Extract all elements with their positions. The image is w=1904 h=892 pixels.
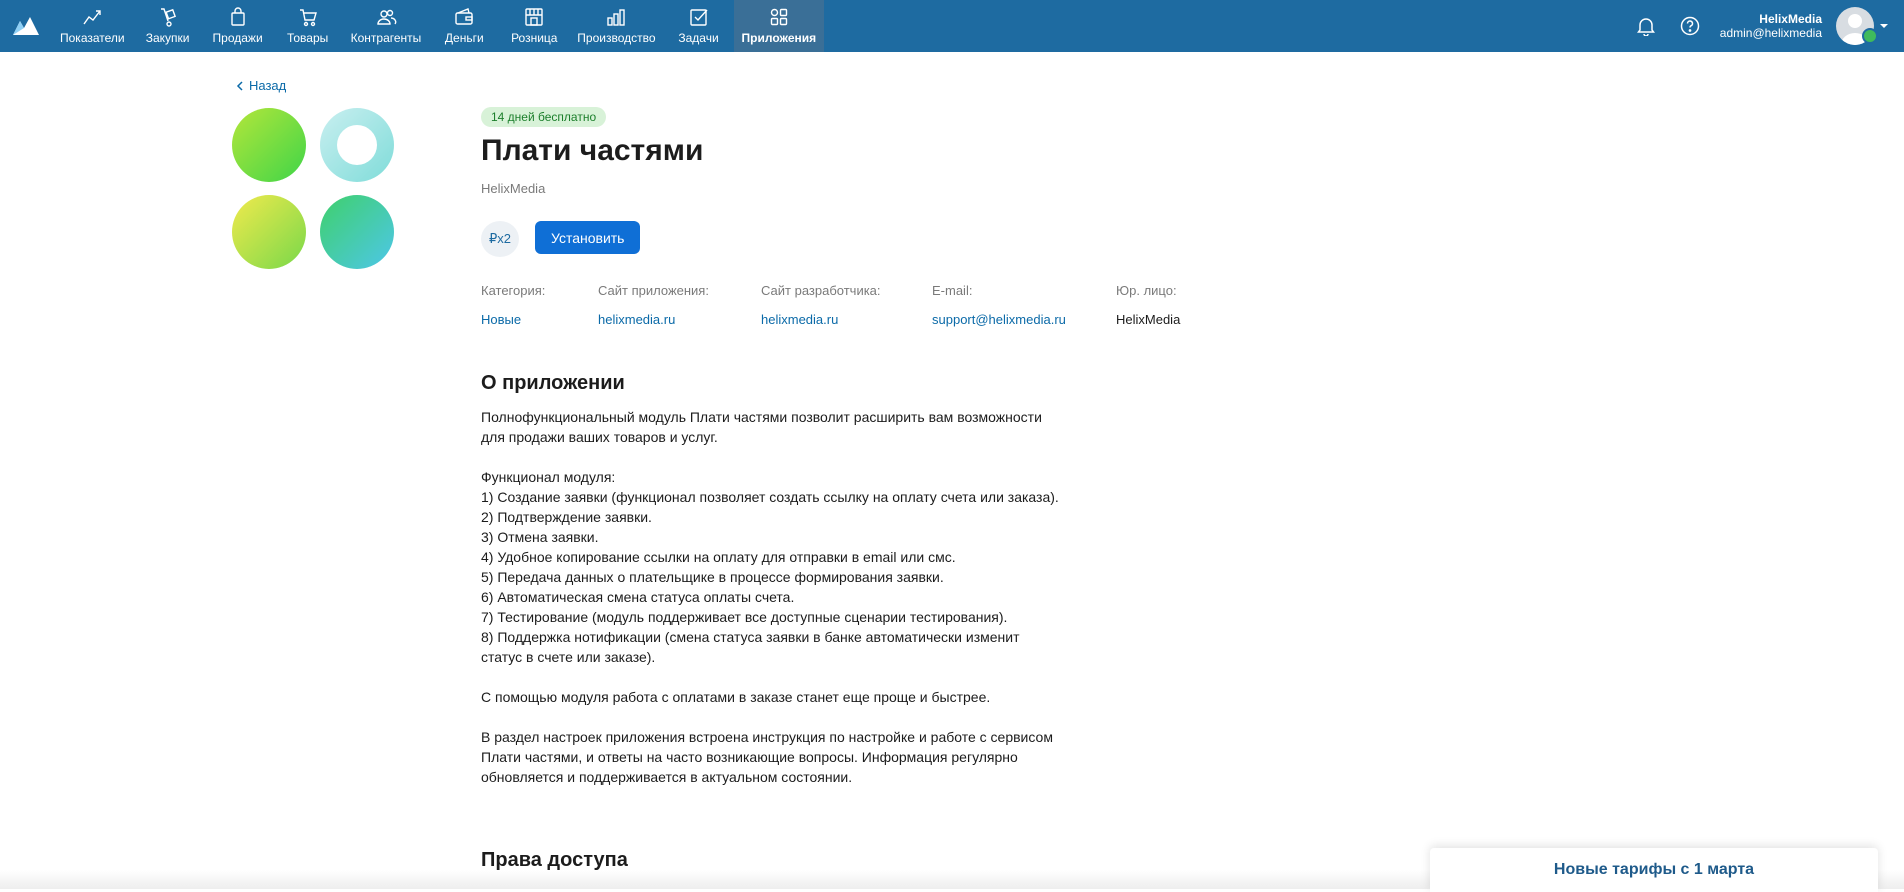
chevron-left-icon	[236, 80, 243, 91]
nav-item-label: Закупки	[145, 31, 190, 45]
nav-item-indicators[interactable]: Показатели	[52, 0, 133, 52]
hand-truck-icon	[160, 8, 176, 27]
nav-item-sales[interactable]: Продажи	[203, 0, 273, 52]
price-badge: ₽x2	[481, 221, 519, 257]
wallet-icon	[455, 8, 473, 25]
moysklad-logo-icon[interactable]	[0, 0, 52, 52]
legal-entity: HelixMedia	[1116, 312, 1181, 327]
topbar-right: HelixMedia admin@helixmedia	[1632, 0, 1904, 52]
meta-label: Сайт приложения:	[598, 283, 709, 298]
nav-item-tasks[interactable]: Задачи	[664, 0, 734, 52]
install-button[interactable]: Установить	[535, 221, 641, 254]
nav-item-label: Приложения	[741, 31, 817, 45]
nav-item-production[interactable]: Производство	[569, 0, 663, 52]
meta-legal: Юр. лицо: HelixMedia	[1116, 283, 1180, 327]
meta-label: Юр. лицо:	[1116, 283, 1177, 298]
nav-item-products[interactable]: Товары	[273, 0, 343, 52]
nav-item-label: Розница	[511, 31, 558, 45]
category-link[interactable]: Новые	[481, 312, 545, 327]
nav-item-label: Задачи	[678, 31, 719, 45]
meta-dev-site: Сайт разработчика: helixmedia.ru	[761, 283, 881, 327]
help-icon[interactable]	[1676, 12, 1704, 40]
meta-label: Сайт разработчика:	[761, 283, 881, 298]
meta-email: E-mail: support@helixmedia.ru	[932, 283, 1066, 327]
nav-item-label: Производство	[577, 31, 656, 45]
new-tariffs-banner[interactable]: Новые тарифы с 1 марта	[1430, 848, 1878, 892]
about-paragraph: Функционал модуля: 1) Создание заявки (ф…	[481, 469, 1059, 665]
nav-item-label: Деньги	[444, 31, 484, 45]
bell-icon[interactable]	[1632, 12, 1660, 40]
about-paragraph: Полнофункциональный модуль Плати частями…	[481, 409, 1042, 445]
logo-ring	[320, 108, 394, 182]
apps-grid-icon	[770, 8, 788, 26]
shop-badge-icon	[1862, 28, 1878, 44]
nav-item-label: Показатели	[60, 31, 125, 45]
shopping-bag-icon	[230, 7, 245, 26]
back-link[interactable]: Назад	[236, 78, 286, 93]
meta-label: Категория:	[481, 283, 546, 298]
logo-circle	[320, 195, 394, 269]
app-site-link[interactable]: helixmedia.ru	[598, 312, 709, 327]
about-heading: О приложении	[481, 372, 625, 394]
about-paragraph: С помощью модуля работа с оплатами в зак…	[481, 689, 991, 705]
people-icon	[377, 9, 397, 25]
store-icon	[525, 8, 543, 26]
vendor-name: HelixMedia	[481, 181, 546, 196]
user-email: admin@helixmedia	[1719, 26, 1822, 40]
about-paragraph: В раздел настроек приложения встроена ин…	[481, 729, 1053, 785]
about-text: Полнофункциональный модуль Плати частями…	[481, 407, 1061, 807]
nav-item-money[interactable]: Деньги	[429, 0, 499, 52]
nav-item-label: Товары	[286, 31, 329, 45]
meta-category: Категория: Новые	[481, 283, 545, 327]
dev-site-link[interactable]: helixmedia.ru	[761, 312, 881, 327]
app-logo	[232, 108, 396, 270]
nav-item-apps[interactable]: Приложения	[733, 0, 825, 52]
trial-badge: 14 дней бесплатно	[481, 107, 607, 127]
nav-item-retail[interactable]: Розница	[499, 0, 569, 52]
checkbox-icon	[689, 9, 708, 26]
chevron-down-icon	[1880, 24, 1888, 28]
logo-circle	[232, 195, 306, 269]
logo-circle	[232, 108, 306, 182]
main-nav: Показатели Закупки Продажи Товары Контра…	[52, 0, 825, 52]
access-heading: Права доступа	[481, 849, 628, 871]
back-label: Назад	[249, 78, 287, 93]
chart-line-icon	[83, 10, 101, 25]
top-navigation-bar: Показатели Закупки Продажи Товары Контра…	[0, 0, 1904, 52]
meta-label: E-mail:	[932, 283, 973, 298]
user-name: HelixMedia	[1759, 12, 1822, 26]
nav-item-label: Контрагенты	[350, 31, 422, 45]
nav-item-counterparties[interactable]: Контрагенты	[343, 0, 430, 52]
meta-app-site: Сайт приложения: helixmedia.ru	[598, 283, 709, 327]
nav-item-label: Продажи	[212, 31, 263, 45]
cart-icon	[299, 9, 317, 27]
page-title: Плати частями	[481, 134, 704, 167]
user-info[interactable]: HelixMedia admin@helixmedia	[1720, 12, 1822, 40]
nav-item-purchases[interactable]: Закупки	[133, 0, 203, 52]
factory-icon	[607, 9, 626, 26]
email-link[interactable]: support@helixmedia.ru	[932, 312, 1066, 327]
